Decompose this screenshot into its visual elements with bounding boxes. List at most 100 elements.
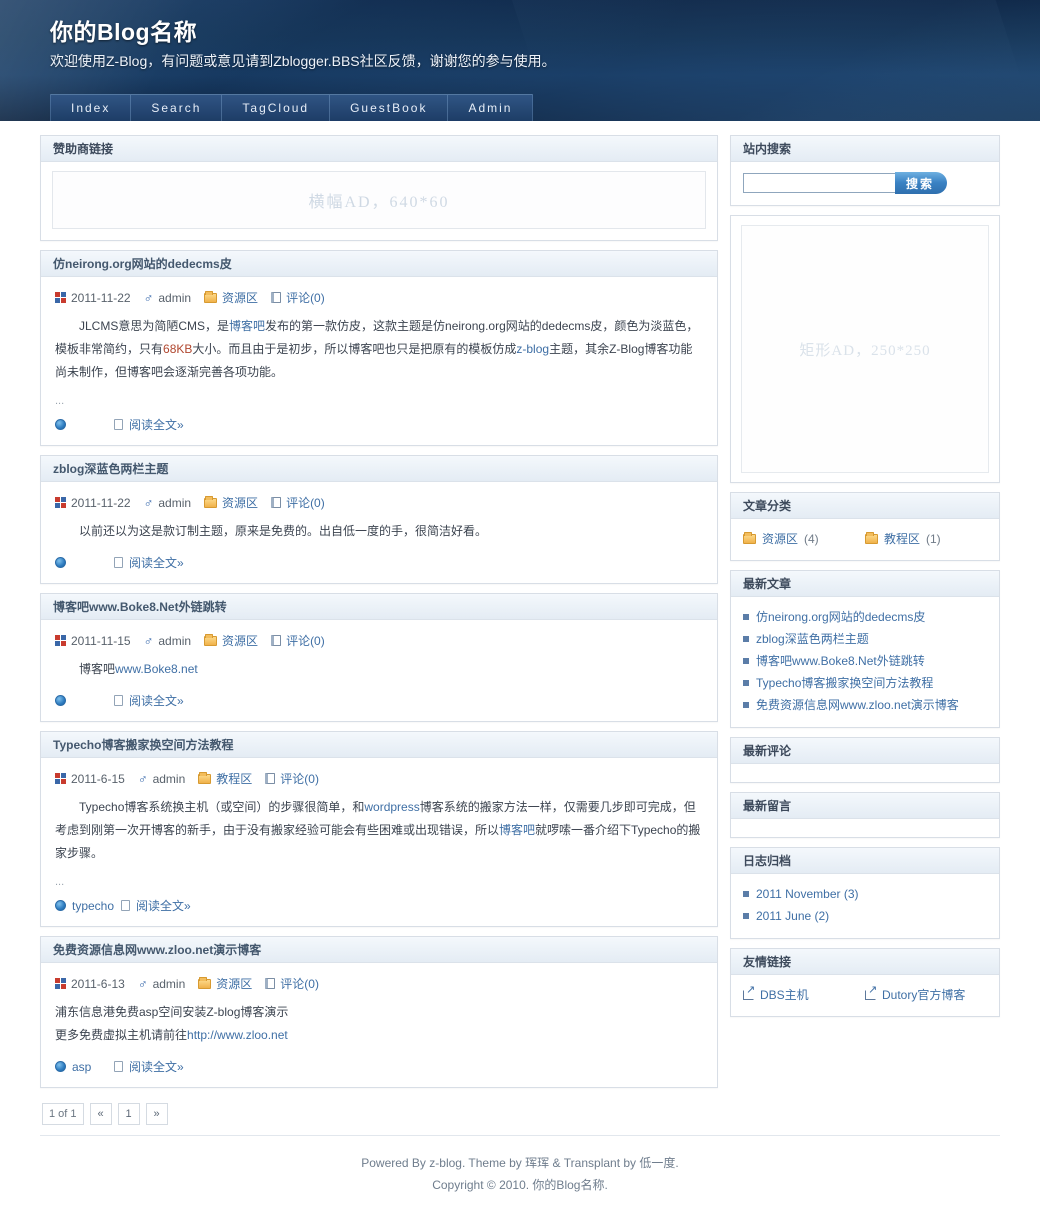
nav-item-tagcloud[interactable]: TagCloud	[222, 95, 331, 121]
meta-group: 2011-11-22	[55, 496, 131, 510]
site-footer: Powered By z-blog. Theme by 珲珲 & Transpl…	[40, 1135, 1000, 1210]
friend-link[interactable]: Dutory官方博客	[882, 986, 965, 1003]
friend-link-item[interactable]: DBS主机	[743, 984, 865, 1005]
footer-transplant-author-link[interactable]: 低一度	[639, 1156, 675, 1170]
archive-link[interactable]: 2011 November (3)	[756, 886, 859, 902]
article-title[interactable]: 博客吧www.Boke8.Net外链跳转	[41, 594, 717, 620]
recent-post-link[interactable]: Typecho博客搬家换空间方法教程	[756, 675, 933, 691]
meta-group: 评论(0)	[265, 975, 319, 992]
read-more-link[interactable]: 阅读全文»	[129, 692, 184, 709]
pagination-page-1[interactable]: 1	[117, 1103, 140, 1125]
date-icon	[55, 292, 66, 303]
recent-post-item[interactable]: 博客吧www.Boke8.Net外链跳转	[743, 650, 987, 672]
pagination-prev[interactable]: «	[89, 1103, 112, 1125]
article-comment-count[interactable]: 评论(0)	[286, 494, 325, 511]
article-title[interactable]: 仿neirong.org网站的dedecms皮	[41, 251, 717, 277]
search-button[interactable]: 搜索	[895, 172, 948, 194]
pagination-next[interactable]: »	[145, 1103, 168, 1125]
friend-links-panel: 友情链接 DBS主机 Dutory官方博客	[730, 948, 1000, 1017]
article-inline-link[interactable]: wordpress	[364, 800, 419, 814]
article-category[interactable]: 资源区	[222, 632, 258, 649]
bullet-icon	[743, 913, 749, 919]
nav-item-search[interactable]: Search	[131, 95, 223, 121]
friend-link-item[interactable]: Dutory官方博客	[865, 984, 987, 1005]
meta-group: ♂ admin	[144, 496, 191, 510]
archive-item[interactable]: 2011 November (3)	[743, 883, 987, 905]
author-icon: ♂	[143, 290, 154, 305]
sidebar: 站内搜索 搜索 矩形AD，250*250 文章分类 资源区 (4) 教程区 (1) 最…	[730, 135, 1000, 1026]
article-inline-link[interactable]: 博客吧	[229, 319, 265, 333]
footer-theme-author-link[interactable]: 珲珲	[525, 1156, 549, 1170]
banner-ad-placeholder[interactable]: 横幅AD，640*60	[52, 171, 706, 229]
category-item[interactable]: 教程区 (1)	[865, 528, 987, 549]
archives-panel: 日志归档 2011 November (3) 2011 June (2)	[730, 847, 1000, 939]
excerpt-ellipsis: ...	[55, 395, 65, 407]
bullet-icon	[743, 891, 749, 897]
article-title[interactable]: 免费资源信息网www.zloo.net演示博客	[41, 937, 717, 963]
article-body: 2011-6-13 ♂ admin 资源区 评论(0) 浦东信息港免费asp空间安装Z-b…	[41, 963, 717, 1087]
folder-icon	[865, 531, 878, 544]
categories-panel: 文章分类 资源区 (4) 教程区 (1)	[730, 492, 1000, 561]
read-more-link[interactable]: 阅读全文»	[136, 897, 191, 914]
article-title[interactable]: zblog深蓝色两栏主题	[41, 456, 717, 482]
read-more[interactable]: 阅读全文»	[114, 554, 184, 571]
square-ad-placeholder[interactable]: 矩形AD，250*250	[741, 225, 989, 473]
search-input[interactable]	[743, 173, 895, 193]
category-item[interactable]: 资源区 (4)	[743, 528, 865, 549]
article-comment-count[interactable]: 评论(0)	[280, 770, 319, 787]
nav-item-index[interactable]: Index	[51, 95, 132, 121]
article-item: 博客吧www.Boke8.Net外链跳转 2011-11-15 ♂ admin 资源区 评…	[40, 593, 718, 722]
article-inline-link[interactable]: www.Boke8.net	[115, 662, 198, 676]
read-more[interactable]: 阅读全文»	[114, 692, 184, 709]
article-inline-link[interactable]: http://www.zloo.net	[187, 1028, 288, 1042]
article-category[interactable]: 资源区	[222, 494, 258, 511]
archive-item[interactable]: 2011 June (2)	[743, 905, 987, 927]
recent-post-item[interactable]: 免费资源信息网www.zloo.net演示博客	[743, 694, 987, 716]
read-more-link[interactable]: 阅读全文»	[129, 416, 184, 433]
article-inline-link[interactable]: 博客吧	[499, 823, 535, 837]
article-tag-link[interactable]: asp	[72, 1060, 91, 1074]
article-tags	[55, 419, 107, 430]
pagination-info: 1 of 1	[42, 1103, 84, 1125]
article-meta: 2011-6-13 ♂ admin 资源区 评论(0)	[55, 973, 703, 1001]
recent-post-item[interactable]: zblog深蓝色两栏主题	[743, 628, 987, 650]
read-more[interactable]: 阅读全文»	[114, 1058, 184, 1075]
article-title[interactable]: Typecho博客搬家换空间方法教程	[41, 732, 717, 758]
tag-icon	[55, 1061, 66, 1072]
read-more[interactable]: 阅读全文»	[121, 897, 191, 914]
site-subtitle: 欢迎使用Z-Blog，有问题或意见请到Zblogger.BBS社区反馈，谢谢您的…	[50, 53, 556, 69]
recent-post-link[interactable]: zblog深蓝色两栏主题	[756, 631, 869, 647]
article-category[interactable]: 资源区	[222, 289, 258, 306]
folder-icon	[204, 290, 218, 303]
category-count: (4)	[804, 531, 819, 546]
archive-link[interactable]: 2011 June (2)	[756, 908, 829, 924]
read-more[interactable]: 阅读全文»	[114, 416, 184, 433]
bullet-icon	[743, 702, 749, 708]
article-comment-count[interactable]: 评论(0)	[286, 632, 325, 649]
footer-zblog-link[interactable]: z-blog	[429, 1156, 462, 1170]
categories-heading: 文章分类	[731, 493, 999, 519]
friend-link[interactable]: DBS主机	[760, 986, 809, 1003]
read-more-link[interactable]: 阅读全文»	[129, 554, 184, 571]
article-category[interactable]: 教程区	[216, 770, 252, 787]
tag-icon	[55, 419, 66, 430]
read-more-link[interactable]: 阅读全文»	[129, 1058, 184, 1075]
recent-post-link[interactable]: 博客吧www.Boke8.Net外链跳转	[756, 653, 925, 669]
article-comment-count[interactable]: 评论(0)	[280, 975, 319, 992]
article-inline-link[interactable]: z-blog	[516, 342, 549, 356]
recent-post-link[interactable]: 仿neirong.org网站的dedecms皮	[756, 609, 925, 625]
meta-group: 教程区	[198, 770, 252, 787]
recent-post-link[interactable]: 免费资源信息网www.zloo.net演示博客	[756, 697, 959, 713]
category-name[interactable]: 教程区	[884, 530, 920, 547]
article-tag-link[interactable]: typecho	[72, 899, 114, 913]
recent-post-item[interactable]: 仿neirong.org网站的dedecms皮	[743, 606, 987, 628]
article-category[interactable]: 资源区	[216, 975, 252, 992]
nav-item-admin[interactable]: Admin	[448, 95, 532, 121]
article-comment-count[interactable]: 评论(0)	[286, 289, 325, 306]
nav-item-guestbook[interactable]: GuestBook	[330, 95, 449, 121]
recent-post-item[interactable]: Typecho博客搬家换空间方法教程	[743, 672, 987, 694]
folder-icon	[198, 976, 212, 989]
article-list: 仿neirong.org网站的dedecms皮 2011-11-22 ♂ admin 资…	[40, 250, 718, 1088]
folder-icon	[204, 633, 218, 646]
category-name[interactable]: 资源区	[762, 530, 798, 547]
